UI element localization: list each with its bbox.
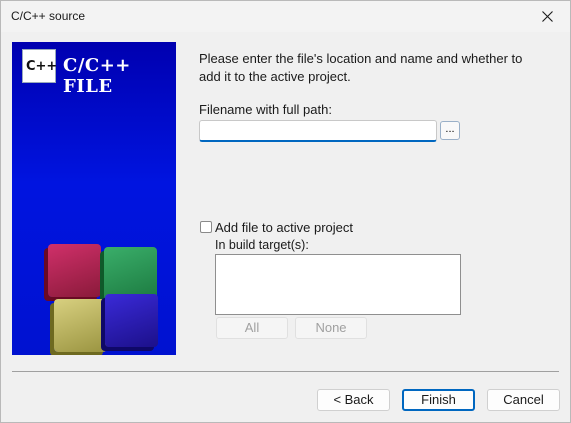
- title-bar: C/C++ source: [1, 1, 570, 32]
- cpp-file-logo: C++: [22, 49, 58, 83]
- cancel-button-label: Cancel: [503, 392, 544, 407]
- add-to-project-label[interactable]: Add file to active project: [215, 220, 353, 235]
- finish-button[interactable]: Finish: [402, 389, 475, 411]
- add-to-project-checkbox[interactable]: [200, 221, 212, 233]
- dialog-window: C/C++ source C++ C/C++ FILE Please enter…: [0, 0, 571, 423]
- footer-separator: [12, 371, 559, 372]
- yellow-cube: [54, 299, 107, 352]
- purple-cube: [105, 294, 158, 347]
- red-cube: [48, 244, 101, 297]
- banner-title: C/C++ FILE: [63, 55, 131, 97]
- finish-button-label: Finish: [421, 392, 456, 407]
- select-all-button[interactable]: All: [216, 317, 288, 339]
- close-icon: [541, 11, 553, 22]
- filename-label: Filename with full path:: [199, 102, 332, 117]
- cpp-logo-text: C++: [26, 59, 58, 74]
- intro-text: Please enter the file's location and nam…: [199, 51, 523, 84]
- browse-button[interactable]: ...: [440, 121, 460, 140]
- cancel-button[interactable]: Cancel: [487, 389, 560, 411]
- wizard-banner-image: C++ C/C++ FILE: [12, 42, 176, 355]
- build-targets-label: In build target(s):: [215, 238, 309, 252]
- back-button-label: < Back: [333, 392, 374, 407]
- filename-input[interactable]: [199, 120, 437, 142]
- build-targets-list[interactable]: [215, 254, 461, 315]
- select-none-button[interactable]: None: [295, 317, 367, 339]
- green-cube: [104, 247, 157, 300]
- close-button[interactable]: [524, 1, 570, 32]
- window-title: C/C++ source: [11, 9, 86, 23]
- back-button[interactable]: < Back: [317, 389, 390, 411]
